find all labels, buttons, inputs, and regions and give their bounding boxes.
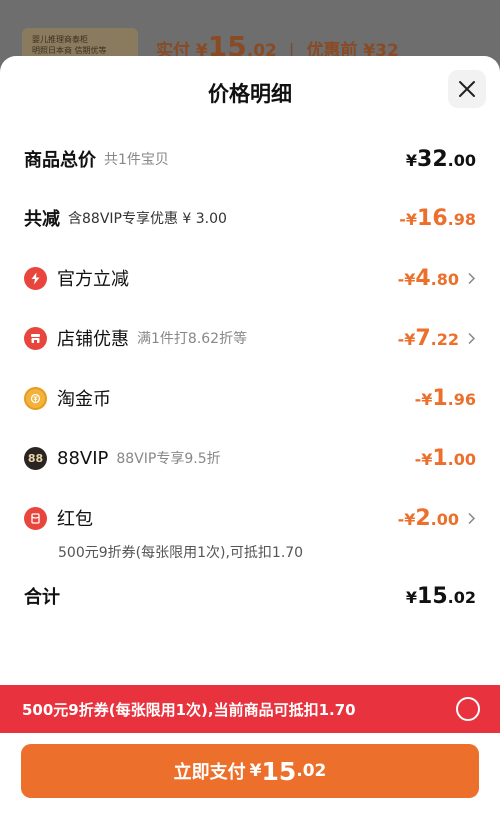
pay-button-label: 立即支付 — [173, 762, 246, 783]
taojinbi-amount: -¥ 1.96 — [415, 386, 476, 411]
coupon-text: 500元9折券(每张限用1次),当前商品可抵扣1.70 — [22, 700, 356, 719]
pay-dec: .02 — [296, 761, 327, 781]
sum-amount: ¥15.02 — [406, 584, 476, 609]
reduction-sub: 含88VIP专享优惠 ¥ 3.00 — [68, 211, 227, 227]
total-price-row: 商品总价 共1件宝贝 ¥32.00 — [24, 143, 476, 175]
price-detail-sheet: 价格明细 商品总价 共1件宝贝 ¥32.00 共减 含88VIP专享优惠 ¥ 3… — [0, 56, 500, 817]
amount-symbol: -¥ — [399, 209, 418, 229]
chevron-right-icon — [467, 272, 476, 289]
shop-icon — [24, 326, 47, 350]
amount-symbol: ¥ — [405, 587, 418, 607]
chevron-right-icon — [467, 332, 476, 349]
official-discount-amount: -¥ 4.80 — [398, 266, 476, 291]
amount-int: 1 — [432, 445, 448, 471]
pay-symbol: ¥ — [249, 761, 262, 781]
amount-dec: .02 — [447, 587, 476, 607]
amount-symbol: -¥ — [397, 269, 416, 289]
amount-int: 7 — [415, 325, 431, 351]
amount-dec: .80 — [430, 269, 459, 289]
vip-badge-icon: 88 — [24, 446, 47, 470]
pay-int: 15 — [261, 756, 297, 786]
hongbao-note: 500元9折券(每张限用1次),可抵扣1.70 — [58, 545, 304, 561]
reduction-amount: -¥ 16.98 — [399, 206, 476, 231]
total-price-label: 商品总价 — [24, 150, 96, 171]
sheet-title: 价格明细 — [208, 82, 292, 106]
thumb-line: 婴儿推理商泰柜 — [32, 35, 88, 44]
lightning-icon — [24, 266, 47, 290]
total-price-amount: ¥32.00 — [406, 147, 476, 172]
hongbao-label: 红包 — [57, 509, 93, 530]
vip-sub: 88VIP专享9.5折 — [116, 451, 221, 467]
coupon-radio[interactable] — [456, 697, 480, 721]
vip-label: 88VIP — [57, 447, 109, 469]
close-icon — [459, 81, 475, 97]
amount-dec: .00 — [447, 449, 476, 469]
vip-row: 88 88VIP 88VIP专享9.5折 -¥ 1.00 — [24, 442, 476, 474]
amount-dec: .22 — [430, 329, 459, 349]
total-price-sub: 共1件宝贝 — [104, 152, 169, 168]
amount-int: 1 — [432, 385, 448, 411]
amount-dec: .00 — [447, 150, 476, 170]
red-envelope-icon — [24, 506, 47, 530]
amount-int: 2 — [415, 505, 431, 531]
amount-symbol: -¥ — [414, 389, 433, 409]
amount-int: 16 — [417, 205, 448, 231]
amount-int: 32 — [417, 146, 448, 172]
amount-int: 4 — [415, 265, 431, 291]
amount-symbol: -¥ — [397, 509, 416, 529]
coupon-bar[interactable]: 500元9折券(每张限用1次),当前商品可抵扣1.70 — [0, 685, 500, 733]
amount-int: 15 — [417, 583, 448, 609]
sum-row: 合计 ¥15.02 — [24, 580, 476, 612]
chevron-right-icon — [467, 512, 476, 529]
sum-label: 合计 — [24, 587, 60, 608]
pay-now-button[interactable]: 立即支付 ¥15.02 — [21, 744, 479, 798]
taojinbi-label: 淘金币 — [57, 389, 111, 410]
store-discount-label: 店铺优惠 — [57, 329, 129, 350]
hongbao-amount: -¥ 2.00 — [398, 506, 476, 531]
hongbao-row[interactable]: 红包 -¥ 2.00 — [24, 502, 476, 534]
amount-symbol: -¥ — [414, 449, 433, 469]
amount-dec: .00 — [430, 509, 459, 529]
official-discount-row[interactable]: 官方立减 -¥ 4.80 — [24, 262, 476, 294]
amount-symbol: -¥ — [397, 329, 416, 349]
amount-dec: .96 — [447, 389, 476, 409]
amount-symbol: ¥ — [405, 150, 418, 170]
vip-amount: -¥ 1.00 — [415, 446, 476, 471]
thumb-line: 明照日本商 信期优等 — [32, 46, 107, 55]
store-discount-sub: 满1件打8.62折等 — [137, 331, 248, 347]
official-discount-label: 官方立减 — [57, 269, 129, 290]
coin-icon — [24, 386, 47, 410]
close-button[interactable] — [448, 70, 486, 108]
amount-dec: .98 — [447, 209, 476, 229]
reduction-label: 共减 — [24, 209, 60, 230]
store-discount-amount: -¥ 7.22 — [398, 326, 476, 351]
store-discount-row[interactable]: 店铺优惠 满1件打8.62折等 -¥ 7.22 — [24, 322, 476, 354]
total-reduction-row: 共减 含88VIP专享优惠 ¥ 3.00 -¥ 16.98 — [24, 202, 476, 234]
taojinbi-row: 淘金币 -¥ 1.96 — [24, 382, 476, 414]
